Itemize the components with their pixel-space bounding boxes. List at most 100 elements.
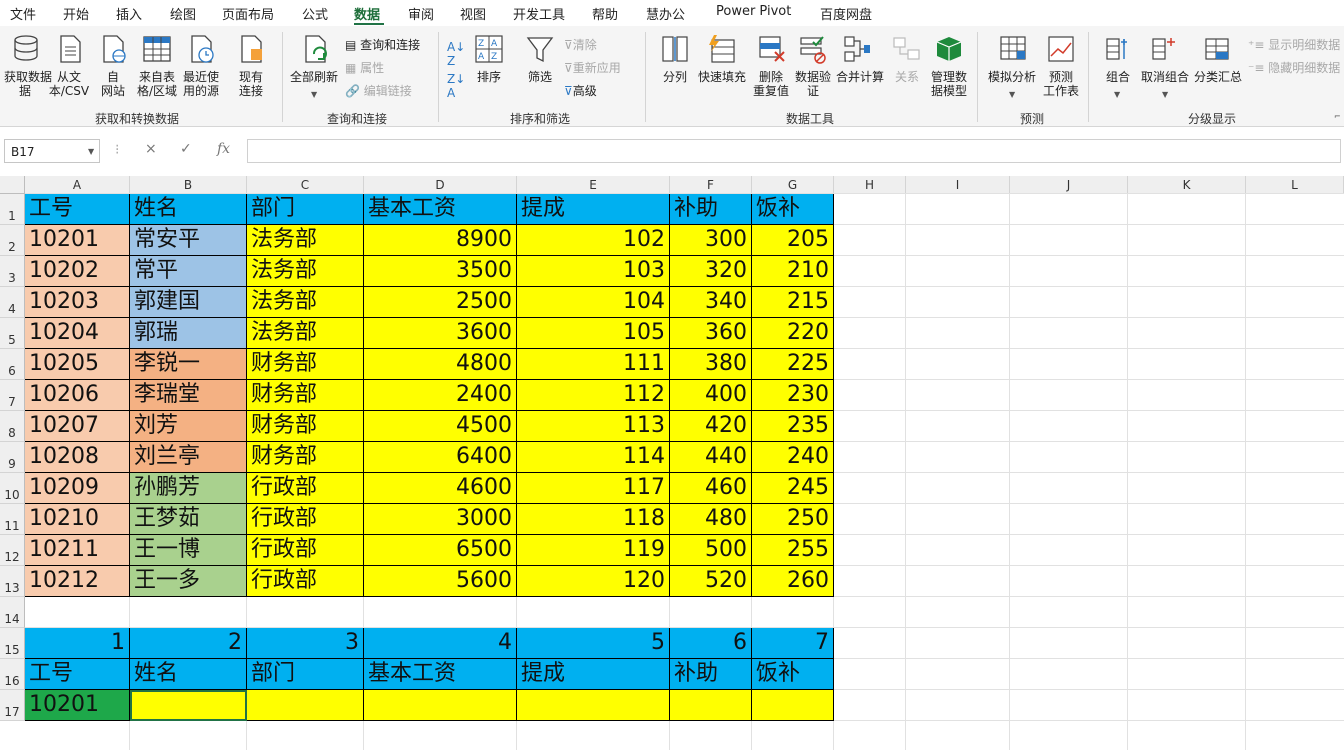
cell-f1[interactable]: 补助 <box>670 194 752 225</box>
cell-f11[interactable]: 480 <box>670 504 752 535</box>
column-header-c[interactable]: C <box>247 176 364 194</box>
cancel-icon[interactable]: × <box>145 141 157 157</box>
cell-e7[interactable]: 112 <box>517 380 670 411</box>
cell-a4[interactable]: 10203 <box>25 287 130 318</box>
remove-duplicates-button[interactable]: 删除 重复值 <box>750 70 792 98</box>
cell-c1[interactable]: 部门 <box>247 194 364 225</box>
cell-g2[interactable]: 205 <box>752 225 834 256</box>
cell-g13[interactable]: 260 <box>752 566 834 597</box>
row-header-6[interactable]: 6 <box>0 349 25 380</box>
cell-d10[interactable]: 4600 <box>364 473 517 504</box>
cell-f8[interactable]: 420 <box>670 411 752 442</box>
row-header-2[interactable]: 2 <box>0 225 25 256</box>
cell-d3[interactable]: 3500 <box>364 256 517 287</box>
cell-e8[interactable]: 113 <box>517 411 670 442</box>
row-header-3[interactable]: 3 <box>0 256 25 287</box>
cell-c15[interactable]: 3 <box>247 628 364 659</box>
cell-g12[interactable]: 255 <box>752 535 834 566</box>
cell-a2[interactable]: 10201 <box>25 225 130 256</box>
sort-ascending-icon[interactable]: A↓ Z <box>447 40 465 68</box>
column-header-f[interactable]: F <box>670 176 752 194</box>
edit-links-button[interactable]: 🔗 编辑链接 <box>345 84 412 98</box>
column-header-i[interactable]: I <box>906 176 1010 194</box>
menu-help[interactable]: 帮助 <box>592 4 618 23</box>
cell-f9[interactable]: 440 <box>670 442 752 473</box>
ungroup-button[interactable]: 取消组合 <box>1138 70 1192 84</box>
cell-d9[interactable]: 6400 <box>364 442 517 473</box>
cell-b11[interactable]: 王梦茹 <box>130 504 247 535</box>
cell-d11[interactable]: 3000 <box>364 504 517 535</box>
cell-d7[interactable]: 2400 <box>364 380 517 411</box>
advanced-filter-button[interactable]: ⊽高级 <box>564 84 597 98</box>
cell-e17[interactable] <box>517 690 670 721</box>
subtotal-button[interactable]: 分类汇总 <box>1192 70 1244 84</box>
refresh-all-button[interactable]: 全部刷新 <box>288 70 340 84</box>
cell-c3[interactable]: 法务部 <box>247 256 364 287</box>
cell-d17[interactable] <box>364 690 517 721</box>
cell-d1[interactable]: 基本工资 <box>364 194 517 225</box>
menu-huibangong[interactable]: 慧办公 <box>646 4 685 23</box>
cell-g8[interactable]: 235 <box>752 411 834 442</box>
relationships-button[interactable]: 关系 <box>890 70 924 84</box>
cell-a9[interactable]: 10208 <box>25 442 130 473</box>
row-header-1[interactable]: 1 <box>0 194 25 225</box>
what-if-analysis-button[interactable]: 模拟分析 <box>986 70 1038 84</box>
cell-a3[interactable]: 10202 <box>25 256 130 287</box>
cell-f17[interactable] <box>670 690 752 721</box>
cell-d5[interactable]: 3600 <box>364 318 517 349</box>
row-header-15[interactable]: 15 <box>0 628 25 659</box>
reapply-button[interactable]: ⊽重新应用 <box>564 61 621 75</box>
sort-descending-icon[interactable]: Z↓ A <box>447 72 465 100</box>
group-button[interactable]: 组合 <box>1100 70 1136 84</box>
cell-c9[interactable]: 财务部 <box>247 442 364 473</box>
cell-g15[interactable]: 7 <box>752 628 834 659</box>
row-header-10[interactable]: 10 <box>0 473 25 504</box>
row-header-4[interactable]: 4 <box>0 287 25 318</box>
cell-d15[interactable]: 4 <box>364 628 517 659</box>
row-header-7[interactable]: 7 <box>0 380 25 411</box>
menu-data[interactable]: 数据 <box>354 4 380 23</box>
filter-button[interactable]: 筛选 <box>524 70 556 84</box>
cell-b2[interactable]: 常安平 <box>130 225 247 256</box>
cell-c10[interactable]: 行政部 <box>247 473 364 504</box>
menu-view[interactable]: 视图 <box>460 4 486 23</box>
cell-e2[interactable]: 102 <box>517 225 670 256</box>
menu-insert[interactable]: 插入 <box>116 4 142 23</box>
cell-g7[interactable]: 230 <box>752 380 834 411</box>
cell-a15[interactable]: 1 <box>25 628 130 659</box>
cell-b16[interactable]: 姓名 <box>130 659 247 690</box>
row-header-11[interactable]: 11 <box>0 504 25 535</box>
recent-sources-button[interactable]: 最近使 用的源 <box>180 70 222 98</box>
menu-file[interactable]: 文件 <box>10 4 36 23</box>
cell-e9[interactable]: 114 <box>517 442 670 473</box>
cell-g11[interactable]: 250 <box>752 504 834 535</box>
cell-e5[interactable]: 105 <box>517 318 670 349</box>
cell-e6[interactable]: 111 <box>517 349 670 380</box>
column-header-a[interactable]: A <box>25 176 130 194</box>
cell-f3[interactable]: 320 <box>670 256 752 287</box>
cell-a10[interactable]: 10209 <box>25 473 130 504</box>
cell-e16[interactable]: 提成 <box>517 659 670 690</box>
cell-a12[interactable]: 10211 <box>25 535 130 566</box>
data-validation-button[interactable]: 数据验 证 <box>792 70 834 98</box>
cell-c4[interactable]: 法务部 <box>247 287 364 318</box>
cell-a7[interactable]: 10206 <box>25 380 130 411</box>
cell-c11[interactable]: 行政部 <box>247 504 364 535</box>
cell-d16[interactable]: 基本工资 <box>364 659 517 690</box>
cell-g9[interactable]: 240 <box>752 442 834 473</box>
menu-baidu-pan[interactable]: 百度网盘 <box>820 4 872 23</box>
cell-g5[interactable]: 220 <box>752 318 834 349</box>
cell-c12[interactable]: 行政部 <box>247 535 364 566</box>
cell-a13[interactable]: 10212 <box>25 566 130 597</box>
row-header-16[interactable]: 16 <box>0 659 25 690</box>
cell-g1[interactable]: 饭补 <box>752 194 834 225</box>
menu-home[interactable]: 开始 <box>63 4 89 23</box>
cell-f4[interactable]: 340 <box>670 287 752 318</box>
cell-b9[interactable]: 刘兰亭 <box>130 442 247 473</box>
menu-developer[interactable]: 开发工具 <box>513 4 565 23</box>
row-header-14[interactable]: 14 <box>0 597 25 628</box>
sort-button[interactable]: 排序 <box>474 70 504 84</box>
menu-draw[interactable]: 绘图 <box>170 4 196 23</box>
consolidate-button[interactable]: 合并计算 <box>834 70 886 84</box>
row-header-9[interactable]: 9 <box>0 442 25 473</box>
